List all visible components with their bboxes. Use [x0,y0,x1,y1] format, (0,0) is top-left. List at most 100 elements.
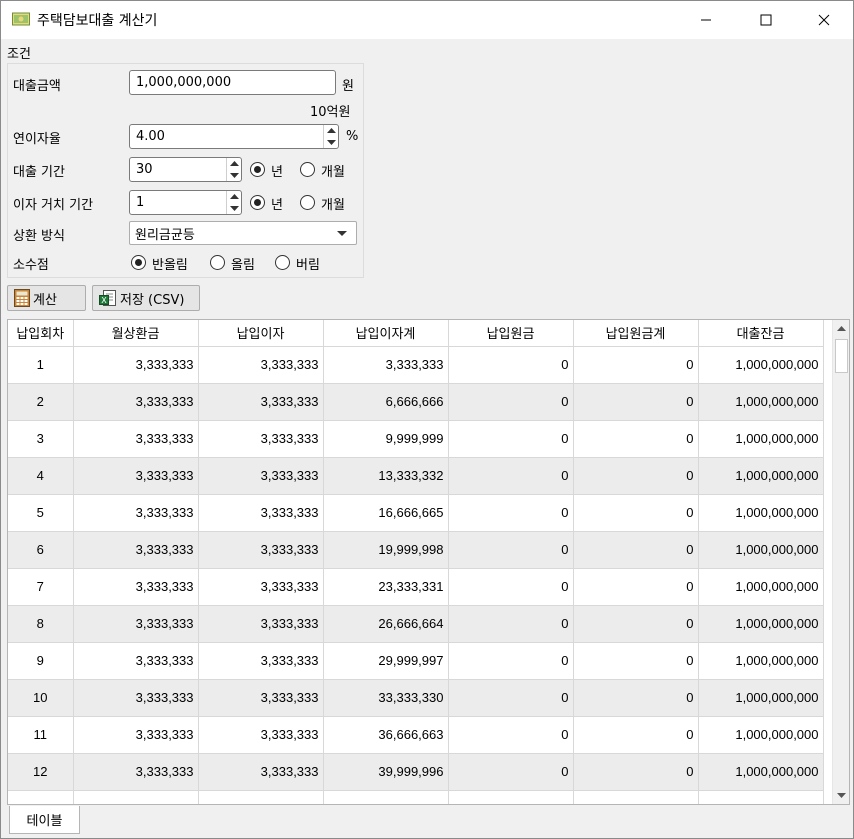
repayment-select[interactable]: 원리금균등 [129,221,357,245]
table-row[interactable]: 1 3,333,333 3,333,333 3,333,333 0 0 1,000,000,… [8,346,824,384]
table-cell: 3,333,333 [198,605,324,643]
scroll-thumb[interactable] [835,339,848,373]
spin-down-icon[interactable] [227,170,242,182]
calculator-icon [14,289,30,307]
decimal-floor-label: 버림 [296,258,320,273]
table-cell: 0 [448,457,574,495]
loan-period-spin[interactable] [226,158,241,181]
loan-period-month-radio[interactable] [300,162,315,177]
table-cell: 0 [573,605,699,643]
column-header[interactable]: 월상환금 [73,320,199,347]
grace-period-spin[interactable] [226,191,241,214]
table-cell: 3,333,333 [73,420,199,458]
grace-period-label: 이자 거치 기간 [13,198,94,213]
table-cell: 3,333,333 [198,753,324,791]
table-cell: 3,333,333 [73,531,199,569]
table-cell: 0 [448,716,574,754]
spin-up-icon[interactable] [227,191,242,203]
scroll-down-icon[interactable] [833,787,849,804]
maximize-button[interactable] [737,1,795,39]
column-header[interactable]: 납입원금계 [573,320,699,347]
app-window: 주택담보대출 계산기 조건 대출금액 1,000,000,000 원 10억원 … [0,0,854,839]
decimal-floor-radio[interactable] [275,255,290,270]
table-cell: 7 [8,568,74,606]
interest-rate-spinbox[interactable]: 4.00 [129,124,339,149]
table-cell: 2 [8,383,74,421]
column-header[interactable]: 대출잔금 [698,320,824,347]
title-bar: 주택담보대출 계산기 [1,1,853,39]
table-cell: 12 [8,753,74,791]
table-cell: 3,333,333 [198,531,324,569]
table-cell: 10 [8,679,74,717]
repayment-selected: 원리금균등 [135,227,195,243]
table-cell: 3,333,333 [73,642,199,680]
column-header[interactable]: 납입회차 [8,320,74,347]
loan-amount-value: 1,000,000,000 [136,75,232,90]
svg-text:X: X [101,296,107,305]
spin-up-icon[interactable] [324,125,339,137]
table-cell: 3,333,333 [198,346,324,384]
table-row[interactable]: 12 3,333,333 3,333,333 39,999,996 0 0 1,000,00… [8,753,824,791]
table-cell: 8 [8,605,74,643]
column-header[interactable]: 납입이자 [198,320,324,347]
table-cell: 3,333,333 [323,346,449,384]
window-title: 주택담보대출 계산기 [37,13,158,29]
table-cell: 9 [8,642,74,680]
table-cell: 0 [573,716,699,754]
spin-down-icon[interactable] [324,137,339,149]
conditions-group-label: 조건 [7,47,31,62]
table-cell: 3,333,333 [73,568,199,606]
spin-up-icon[interactable] [227,158,242,170]
loan-amount-input[interactable]: 1,000,000,000 [129,70,336,95]
table-cell: 1,000,000,000 [698,494,824,532]
tab-table[interactable]: 테이블 [9,806,80,834]
table-cell: 1,000,000,000 [698,605,824,643]
table-cell: 1,526,402 [448,790,574,804]
decimal-ceil-radio[interactable] [210,255,225,270]
table-cell: 1,000,000,000 [698,420,824,458]
table-cell: 26,666,664 [323,605,449,643]
table-cell: 3,333,333 [198,790,324,804]
interest-rate-spin[interactable] [323,125,338,148]
table-row[interactable]: 5 3,333,333 3,333,333 16,666,665 0 0 1,000,000… [8,494,824,532]
table-row[interactable]: 134,859,7353,333,33343,333,3291,526,4021… [8,790,824,804]
column-header[interactable]: 납입원금 [448,320,574,347]
grace-period-year-radio[interactable] [250,195,265,210]
table-cell: 3,333,333 [198,457,324,495]
table-row[interactable]: 2 3,333,333 3,333,333 6,666,666 0 0 1,000,000,… [8,383,824,421]
table-row[interactable]: 9 3,333,333 3,333,333 29,999,997 0 0 1,000,000… [8,642,824,680]
table-cell: 0 [573,568,699,606]
loan-period-spinbox[interactable]: 30 [129,157,242,182]
column-header[interactable]: 납입이자계 [323,320,449,347]
table-cell: 3,333,333 [73,457,199,495]
grace-period-year-label: 년 [271,198,283,213]
grace-period-spinbox[interactable]: 1 [129,190,242,215]
table-row[interactable]: 4 3,333,333 3,333,333 13,333,332 0 0 1,000,000… [8,457,824,495]
save-csv-button[interactable]: X 저장 (CSV) [92,285,200,311]
table-cell: 6 [8,531,74,569]
vertical-scrollbar[interactable] [832,320,849,804]
decimal-round-radio[interactable] [131,255,146,270]
table-cell: 11 [8,716,74,754]
minimize-icon [701,19,711,21]
table-cell: 1 [8,346,74,384]
spin-down-icon[interactable] [227,203,242,215]
money-icon [12,12,30,26]
loan-period-year-radio[interactable] [250,162,265,177]
repayment-label: 상환 방식 [13,229,65,244]
calculate-button[interactable]: 계산 [7,285,86,311]
grace-period-month-radio[interactable] [300,195,315,210]
calculate-button-label: 계산 [33,292,57,308]
table-row[interactable]: 11 3,333,333 3,333,333 36,666,663 0 0 1,000,00… [8,716,824,754]
table-row[interactable]: 7 3,333,333 3,333,333 23,333,331 0 0 1,000,000… [8,568,824,606]
table-row[interactable]: 10 3,333,333 3,333,333 33,333,330 0 0 1,000,00… [8,679,824,717]
table-row[interactable]: 6 3,333,333 3,333,333 19,999,998 0 0 1,000,000… [8,531,824,569]
table-row[interactable]: 8 3,333,333 3,333,333 26,666,664 0 0 1,000,000… [8,605,824,643]
minimize-button[interactable] [677,1,735,39]
scroll-up-icon[interactable] [833,320,849,337]
close-button[interactable] [795,1,853,39]
table-cell: 13 [8,790,74,804]
table-row[interactable]: 3 3,333,333 3,333,333 9,999,999 0 0 1,000,000,… [8,420,824,458]
table-cell: 36,666,663 [323,716,449,754]
loan-period-year-label: 년 [271,165,283,180]
